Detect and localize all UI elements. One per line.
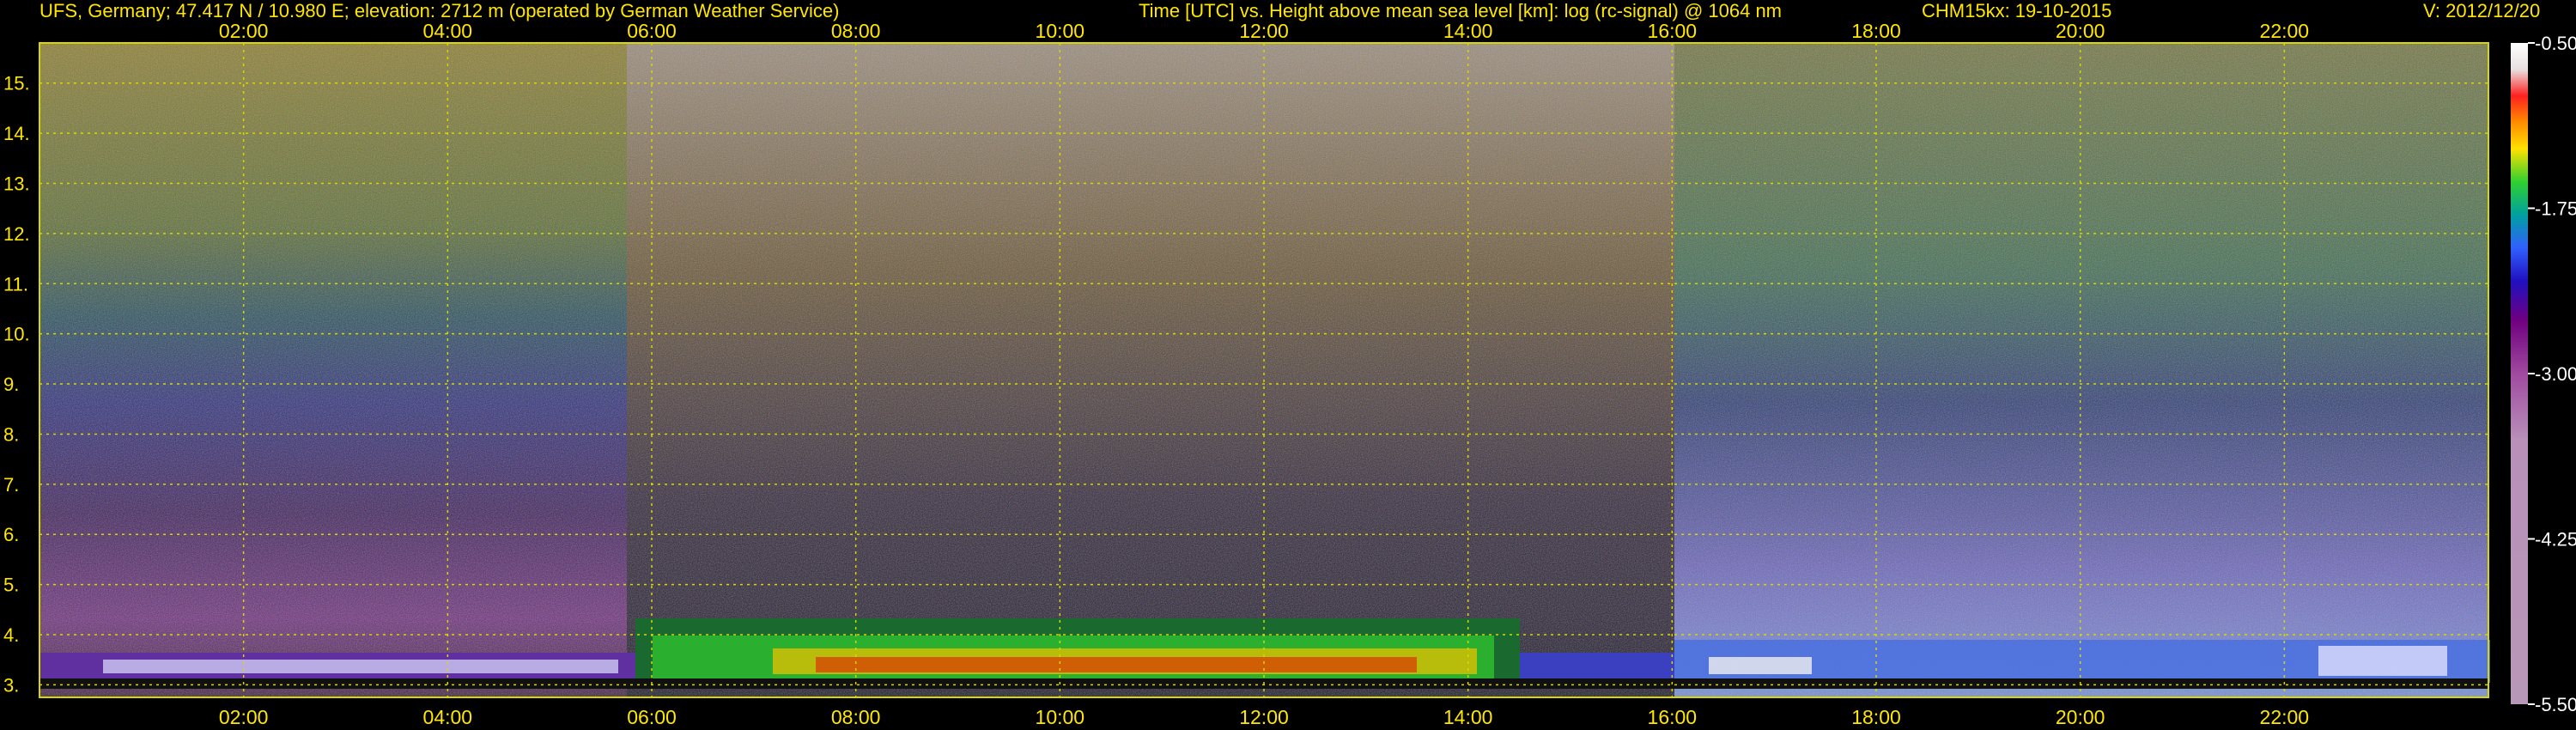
colorbar-tick-label: -4.25 bbox=[2535, 529, 2576, 551]
colorbar-tick-label: -5.50 bbox=[2535, 694, 2576, 715]
x-tick-label-top: 18:00 bbox=[1851, 20, 1901, 42]
y-tick-label: 5. bbox=[3, 575, 19, 596]
colorbar-tick-label: -1.75 bbox=[2535, 198, 2576, 220]
x-tick-label-top: 22:00 bbox=[2260, 20, 2310, 42]
x-tick-label-top: 02:00 bbox=[219, 20, 269, 42]
y-tick-label: 4. bbox=[3, 624, 19, 646]
x-tick-label-bottom: 06:00 bbox=[627, 706, 677, 728]
ceilometer-plot: 02:00 02:00 04:00 04:00 06:00 06:00 08:00 08:00… bbox=[3, 20, 2576, 728]
y-tick-label: 13. bbox=[3, 173, 30, 194]
colorbar-tick-label: -0.50 bbox=[2535, 33, 2576, 54]
x-tick-label-top: 16:00 bbox=[1648, 20, 1698, 42]
colorbar bbox=[2511, 43, 2528, 704]
x-tick-label-top: 10:00 bbox=[1036, 20, 1085, 42]
x-tick-label-bottom: 18:00 bbox=[1851, 706, 1901, 728]
x-tick-label-bottom: 12:00 bbox=[1239, 706, 1289, 728]
y-tick-label: 7. bbox=[3, 474, 19, 496]
y-tick-label: 3. bbox=[3, 674, 19, 696]
x-tick-label-top: 06:00 bbox=[627, 20, 677, 42]
x-tick-label-top: 20:00 bbox=[2056, 20, 2105, 42]
y-tick-label: 9. bbox=[3, 374, 19, 395]
x-tick-label-top: 08:00 bbox=[831, 20, 881, 42]
x-tick-label-bottom: 22:00 bbox=[2260, 706, 2310, 728]
x-tick-label-bottom: 08:00 bbox=[831, 706, 881, 728]
x-tick-label-bottom: 02:00 bbox=[219, 706, 269, 728]
y-tick-label: 8. bbox=[3, 423, 19, 445]
x-tick-label-top: 14:00 bbox=[1443, 20, 1493, 42]
y-tick-label: 14. bbox=[3, 123, 30, 144]
x-tick-label-top: 04:00 bbox=[423, 20, 473, 42]
x-tick-label-top: 12:00 bbox=[1239, 20, 1289, 42]
x-tick-label-bottom: 16:00 bbox=[1648, 706, 1698, 728]
y-tick-label: 6. bbox=[3, 524, 19, 545]
y-tick-label: 11. bbox=[3, 273, 28, 295]
x-tick-label-bottom: 10:00 bbox=[1036, 706, 1085, 728]
colorbar-tick-label: -3.00 bbox=[2535, 363, 2576, 385]
x-tick-label-bottom: 04:00 bbox=[423, 706, 473, 728]
y-tick-label: 12. bbox=[3, 223, 30, 245]
x-tick-label-bottom: 14:00 bbox=[1443, 706, 1493, 728]
y-tick-label: 15. bbox=[3, 73, 30, 94]
y-tick-label: 10. bbox=[3, 324, 30, 345]
x-tick-label-bottom: 20:00 bbox=[2056, 706, 2105, 728]
